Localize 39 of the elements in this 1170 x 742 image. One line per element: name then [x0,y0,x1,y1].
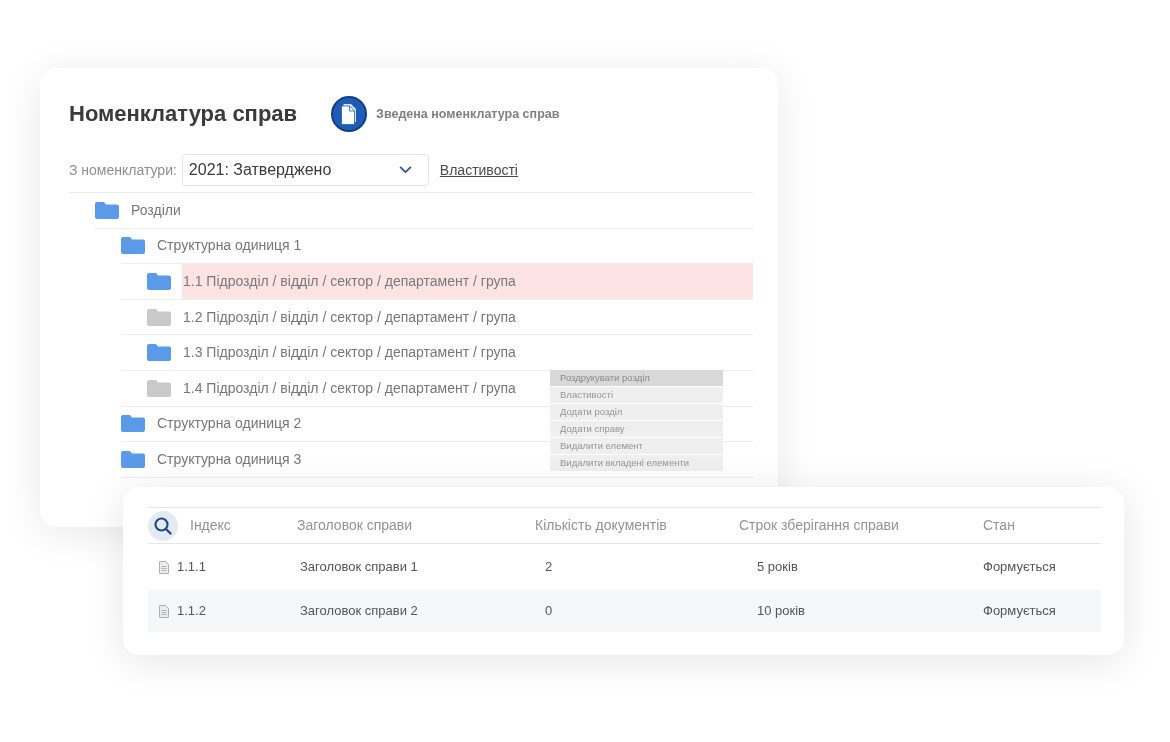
context-menu-item[interactable]: Додати розділ [550,404,723,421]
table-cell-text: 10 років [757,602,805,621]
context-menu-item[interactable]: Видалити елемент [550,438,723,455]
table-cell-text: 1.1.2 [177,602,206,621]
table-cell-text: 1.1.1 [177,558,206,577]
table-cell-text: Заголовок справи 1 [300,558,418,577]
summary-link[interactable]: Зведена номенклатура справ [376,104,560,124]
column-header: Кількість документів [535,516,667,535]
table-cell-text: 2 [545,558,553,577]
table-cell-text: 0 [545,602,553,621]
tree-item[interactable]: Структурна одиниця 2 [156,406,302,442]
tree-item[interactable]: Структурна одиниця 1 [156,228,302,264]
tree-item[interactable]: 1.4 Підрозділ / відділ / сектор / департамент / група [182,370,516,406]
table-cell-text: Заголовок справи 2 [300,602,418,621]
context-menu-item[interactable]: Видалити вкладені елементи [550,455,723,472]
context-menu-item[interactable]: Додати справу [550,421,723,438]
document-icon [159,560,169,574]
page-title: Номенклатура справ [69,103,298,125]
chevron-down-icon [398,166,412,174]
tree-item[interactable]: 1.3 Підрозділ / відділ / сектор / департамент / група [182,335,516,370]
properties-link[interactable]: Властивості [439,159,518,181]
tree-item[interactable]: 1.1 Підрозділ / відділ / сектор / департамент / група [182,264,753,299]
tree-item[interactable]: 1.2 Підрозділ / відділ / сектор / департамент / група [182,299,516,335]
context-menu-item[interactable]: Властивості [550,387,723,404]
column-header: Строк зберігання справи [739,516,899,535]
tree-item[interactable]: Розділи [130,193,181,228]
table-cell-text: Формується [983,558,1056,577]
tree-item[interactable]: Структурна одиниця 3 [156,442,302,477]
table-cell-text: Формується [983,602,1056,621]
column-header: Заголовок справи [297,516,413,535]
table-cell-text: 5 років [757,558,798,577]
filter-label: З номенклатури: [69,160,177,180]
document-icon [331,96,368,132]
column-header: Індекс [190,516,231,535]
nomenclature-select[interactable]: 2021: Затверджено [181,154,429,186]
document-icon [159,604,169,618]
column-header: Стан [983,516,1015,535]
context-menu-item[interactable]: Роздрукувати розділ [550,370,723,387]
search-icon[interactable] [148,510,178,541]
